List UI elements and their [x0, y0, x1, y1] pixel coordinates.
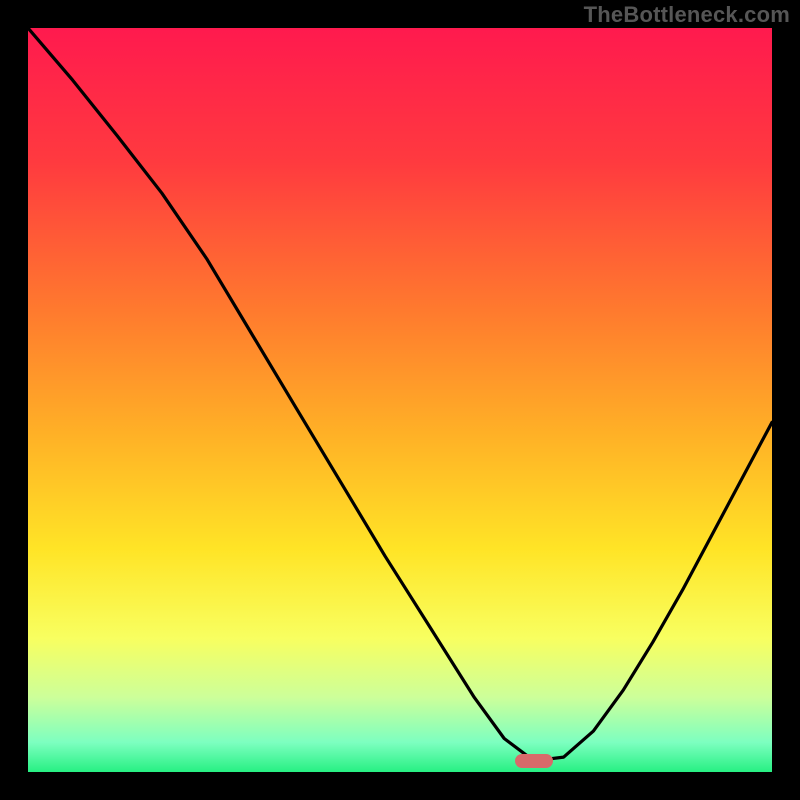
- plot-area: [28, 28, 772, 772]
- optimum-marker: [515, 754, 553, 768]
- bottleneck-curve: [28, 28, 772, 772]
- outer-frame: TheBottleneck.com: [0, 0, 800, 800]
- watermark-text: TheBottleneck.com: [584, 2, 790, 28]
- curve-polyline: [28, 28, 772, 761]
